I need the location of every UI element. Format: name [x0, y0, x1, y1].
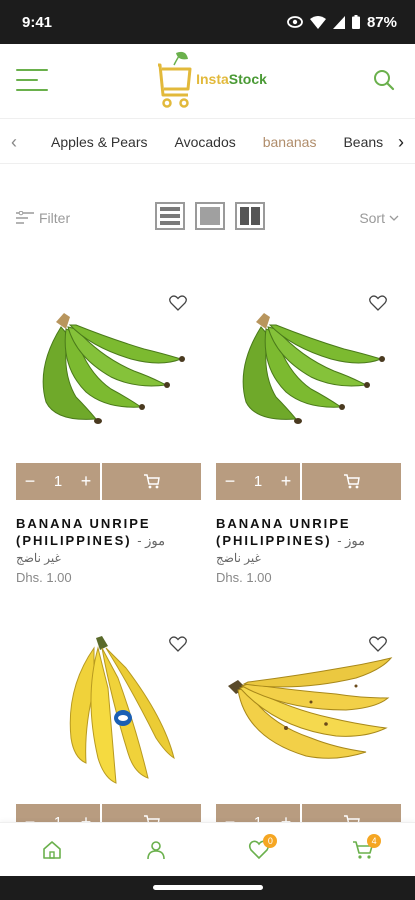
bottom-navigation: 0 4 — [0, 822, 415, 876]
wifi-icon — [309, 15, 326, 29]
signal-icon — [332, 15, 345, 29]
category-bar: ‹ Apples & Pears Avocados bananas Beans … — [0, 118, 415, 164]
logo-text: InstaStock — [196, 71, 267, 87]
cart-count-badge: 4 — [367, 833, 382, 848]
nav-home[interactable] — [32, 830, 72, 870]
menu-button[interactable] — [16, 69, 48, 91]
category-item[interactable]: Avocados — [175, 134, 236, 150]
sort-button[interactable]: Sort — [359, 210, 399, 226]
single-view-icon — [200, 207, 220, 225]
category-list: Apples & Pears Avocados bananas Beans — [51, 119, 383, 163]
quantity-value[interactable]: 1 — [44, 473, 72, 490]
yellow-banana-image — [69, 636, 175, 784]
battery-icon — [351, 15, 360, 29]
user-icon — [146, 840, 165, 859]
increase-button[interactable]: + — [272, 463, 300, 500]
status-icons: 87% — [287, 14, 397, 31]
ripe-banana-image — [228, 657, 393, 759]
nav-wishlist[interactable]: 0 — [239, 830, 279, 870]
status-time: 9:41 — [22, 13, 53, 31]
grid-view-button[interactable] — [235, 202, 265, 230]
add-to-cart-button[interactable] — [302, 463, 401, 500]
list-view-icon — [160, 207, 180, 225]
logo-cart-icon — [158, 51, 192, 108]
add-to-cart-button[interactable] — [102, 463, 201, 500]
product-image[interactable] — [16, 628, 201, 788]
filter-icon — [16, 211, 34, 224]
cart-icon — [343, 474, 360, 489]
product-price: Dhs. 1.00 — [16, 570, 72, 585]
product-image[interactable] — [216, 287, 401, 447]
eye-icon — [287, 16, 303, 28]
nav-account[interactable] — [136, 830, 176, 870]
sort-label: Sort — [359, 210, 385, 226]
heart-icon[interactable] — [169, 636, 187, 652]
green-banana-image — [242, 313, 385, 424]
decrease-button[interactable]: − — [16, 463, 44, 500]
chevron-down-icon — [389, 215, 399, 221]
status-bar: 9:41 87% — [0, 0, 415, 44]
search-icon[interactable] — [373, 69, 395, 91]
product-image[interactable] — [16, 287, 201, 447]
nav-cart[interactable]: 4 — [343, 830, 383, 870]
quantity-stepper: − 1 + — [16, 463, 201, 500]
chevron-left-icon[interactable]: ‹ — [0, 119, 28, 163]
wishlist-count-badge: 0 — [263, 833, 278, 848]
hamburger-icon — [16, 69, 48, 71]
category-item-active[interactable]: bananas — [263, 134, 317, 150]
home-icon — [43, 840, 61, 859]
chevron-right-icon[interactable]: › — [387, 119, 415, 163]
increase-button[interactable]: + — [72, 463, 100, 500]
listing-toolbar: Filter Sort — [0, 200, 415, 236]
product-name[interactable]: BANANA UNRIPE (PHILIPPINES) - موز — [16, 515, 206, 549]
heart-icon[interactable] — [369, 295, 387, 311]
grid-view-icon — [240, 207, 260, 225]
quantity-value[interactable]: 1 — [244, 473, 272, 490]
app-header: InstaStock — [0, 44, 415, 116]
cart-icon — [143, 474, 160, 489]
product-price: Dhs. 1.00 — [216, 570, 272, 585]
filter-button[interactable]: Filter — [16, 210, 70, 226]
battery-percent: 87% — [366, 13, 397, 31]
product-name-arabic: غير ناضج — [16, 551, 61, 565]
green-banana-image — [42, 313, 185, 424]
home-indicator[interactable] — [153, 885, 263, 890]
decrease-button[interactable]: − — [216, 463, 244, 500]
product-image[interactable] — [216, 628, 401, 788]
heart-icon[interactable] — [169, 295, 187, 311]
category-item[interactable]: Apples & Pears — [51, 134, 148, 150]
list-view-button[interactable] — [155, 202, 185, 230]
view-toggle-group — [155, 202, 265, 230]
heart-icon[interactable] — [369, 636, 387, 652]
app-logo[interactable]: InstaStock — [154, 51, 267, 109]
single-view-button[interactable] — [195, 202, 225, 230]
product-name[interactable]: BANANA UNRIPE (PHILIPPINES) - موز — [216, 515, 406, 549]
quantity-stepper: − 1 + — [216, 463, 401, 500]
product-name-arabic: غير ناضج — [216, 551, 261, 565]
filter-label: Filter — [39, 210, 71, 226]
gesture-bar — [0, 876, 415, 900]
category-item[interactable]: Beans — [343, 134, 383, 150]
